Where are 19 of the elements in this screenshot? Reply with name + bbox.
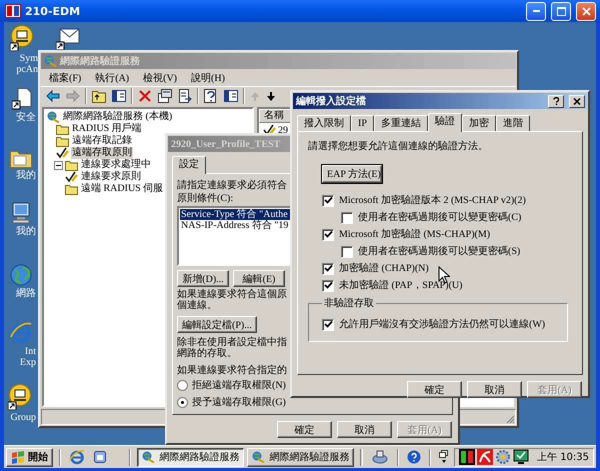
instruction-text: 請指定連線要求必須符合	[177, 180, 287, 191]
icon-label: 網路	[15, 288, 36, 299]
field-label: 原則條件(C):	[177, 193, 234, 204]
icon-label: 安全	[15, 112, 36, 123]
icon-label: 我的	[15, 170, 36, 181]
icon-label: Group	[9, 412, 36, 423]
icon-label: 我的	[15, 226, 36, 237]
window-title: 210-EDM	[25, 4, 82, 18]
icon-label: Sym pcAn	[15, 53, 38, 75]
field-label: 如果連線要求符合指定的	[177, 365, 287, 376]
window-title: 網際網路驗證服務	[60, 54, 140, 68]
instruction-text: 請選擇您想要允許這個連線的驗證方法。	[308, 141, 488, 152]
note-text: 除非在使用者設定檔中指 網路的存取。	[177, 337, 287, 359]
window-title: 編輯撥入設定檔	[296, 94, 366, 108]
group-title: 非驗證存取	[323, 296, 375, 310]
window-title: 2920_User_Profile_TEST	[171, 138, 280, 150]
icon-label: Int Exp	[18, 346, 36, 368]
clock: 上午 10:35	[537, 450, 590, 464]
note-text: 如果連線要求符合這個原 個連線。	[177, 289, 287, 311]
